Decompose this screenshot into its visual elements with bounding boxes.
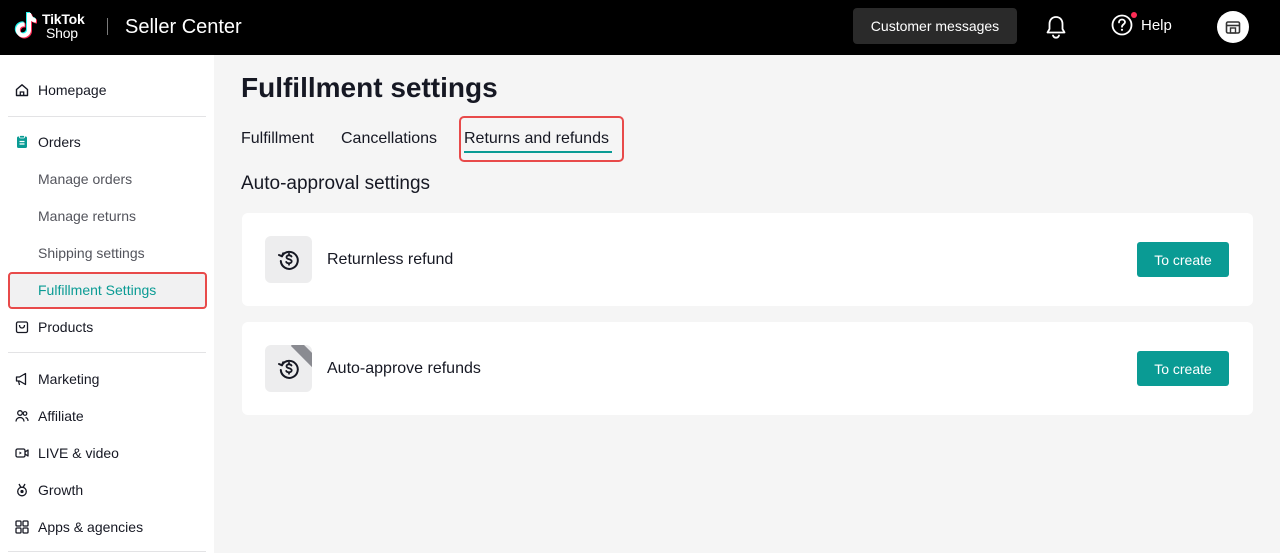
auto-approve-refunds-card: Auto-approve refunds To create	[242, 322, 1253, 415]
sidebar: Homepage Orders Manage orders Manage ret…	[0, 55, 214, 553]
refund-cycle-dollar-icon	[277, 250, 299, 270]
sidebar-divider	[8, 551, 206, 552]
top-bar: TikTok Shop Seller Center Customer messa…	[0, 0, 1280, 55]
sidebar-item-homepage[interactable]: Homepage	[0, 72, 214, 108]
sidebar-item-products[interactable]: Products	[0, 309, 214, 345]
page-title: Fulfillment settings	[241, 72, 498, 103]
sidebar-item-affiliate[interactable]: Affiliate	[0, 398, 214, 434]
medal-icon	[17, 483, 27, 497]
sidebar-item-marketing[interactable]: Marketing	[0, 361, 214, 397]
active-tab-highlight	[459, 116, 624, 162]
bell-icon[interactable]	[1044, 14, 1068, 40]
sidebar-item-label: Manage orders	[38, 171, 133, 187]
sidebar-item-apps-agencies[interactable]: Apps & agencies	[0, 509, 214, 545]
sidebar-item-growth[interactable]: Growth	[0, 472, 214, 508]
sidebar-divider	[8, 116, 206, 117]
notification-dot	[1131, 12, 1137, 18]
card-label: Auto-approve refunds	[327, 360, 481, 377]
sidebar-item-label: Orders	[38, 134, 81, 150]
card-label: Returnless refund	[327, 251, 454, 268]
sidebar-item-orders[interactable]: Orders	[0, 124, 214, 160]
tiktok-logo-icon	[14, 12, 37, 39]
app-title: Seller Center	[125, 16, 242, 38]
icon-container	[265, 345, 312, 392]
sidebar-item-shipping-settings[interactable]: Shipping settings	[0, 235, 214, 271]
to-create-button[interactable]: To create	[1137, 351, 1229, 386]
sidebar-item-label: Fulfillment Settings	[38, 282, 157, 298]
help-button[interactable]: Help	[1111, 12, 1172, 36]
sidebar-item-label: Manage returns	[38, 208, 137, 224]
logo-sub: Shop	[46, 25, 78, 41]
help-icon	[1111, 14, 1133, 36]
tab-fulfillment[interactable]: Fulfillment	[241, 127, 314, 151]
help-label: Help	[1141, 16, 1172, 34]
to-create-button[interactable]: To create	[1137, 242, 1229, 277]
section-title: Auto-approval settings	[241, 173, 431, 194]
refund-cycle-dollar-icon	[277, 359, 299, 379]
sidebar-item-label: Homepage	[38, 82, 107, 98]
video-icon	[15, 448, 29, 458]
home-icon	[15, 84, 29, 97]
sidebar-item-label: Affiliate	[38, 408, 84, 424]
logo-divider	[107, 18, 108, 35]
apps-grid-icon	[15, 520, 29, 534]
returnless-refund-card: Returnless refund To create	[242, 213, 1253, 306]
sidebar-item-label: Marketing	[38, 371, 100, 387]
logo-brand: TikTok	[42, 11, 85, 27]
store-icon	[1225, 21, 1241, 34]
sidebar-item-manage-returns[interactable]: Manage returns	[0, 198, 214, 234]
shop-avatar[interactable]	[1217, 11, 1249, 43]
tiktok-shop-logo[interactable]: TikTok Shop	[14, 11, 85, 41]
sidebar-divider	[8, 352, 206, 353]
customer-messages-button[interactable]: Customer messages	[853, 8, 1017, 44]
sidebar-item-label: LIVE & video	[38, 445, 119, 461]
bag-icon	[15, 321, 29, 334]
sidebar-item-live-video[interactable]: LIVE & video	[0, 435, 214, 471]
sidebar-item-manage-orders[interactable]: Manage orders	[0, 161, 214, 197]
icon-container	[265, 236, 312, 283]
tab-cancellations[interactable]: Cancellations	[341, 127, 437, 151]
sidebar-item-label: Products	[38, 319, 94, 335]
sidebar-item-label: Growth	[38, 482, 84, 498]
sidebar-item-label: Apps & agencies	[38, 519, 144, 535]
logo-text: TikTok Shop	[42, 12, 85, 40]
sidebar-item-fulfillment-settings[interactable]: Fulfillment Settings	[0, 272, 214, 308]
megaphone-icon	[15, 372, 27, 386]
people-icon	[15, 410, 29, 422]
orders-icon	[17, 135, 27, 148]
sidebar-item-label: Shipping settings	[38, 245, 145, 261]
